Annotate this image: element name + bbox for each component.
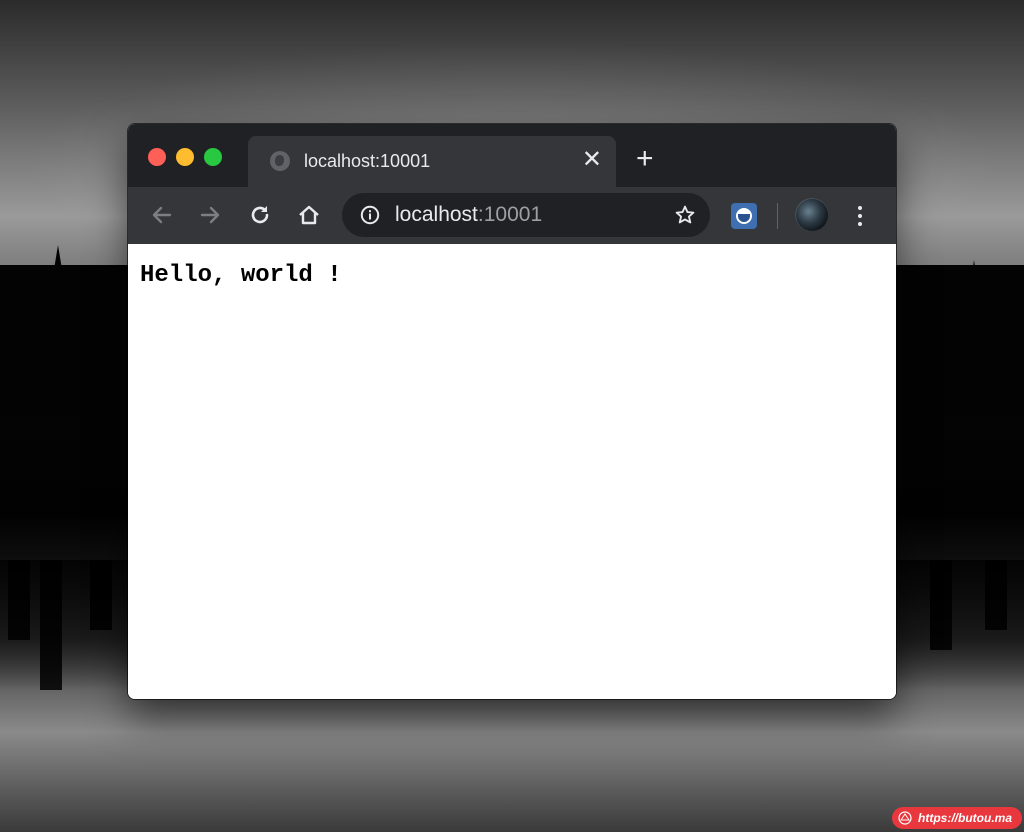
- home-button[interactable]: [295, 201, 323, 229]
- avatar[interactable]: [795, 198, 829, 232]
- arrow-left-icon: [152, 206, 172, 224]
- reload-button[interactable]: [246, 201, 274, 229]
- address-url: localhost:10001: [395, 203, 542, 227]
- home-icon: [299, 205, 319, 225]
- star-icon[interactable]: [674, 204, 696, 226]
- tab-title: localhost:10001: [304, 151, 431, 171]
- globe-icon: [270, 151, 290, 171]
- close-window-button[interactable]: [148, 148, 166, 166]
- address-port: :10001: [477, 203, 543, 226]
- title-bar: localhost:10001 ✕ +: [128, 124, 896, 187]
- back-button[interactable]: [148, 201, 176, 229]
- extension-icon[interactable]: [731, 203, 757, 229]
- watermark-text: https://butou.ma: [918, 811, 1012, 825]
- address-bar[interactable]: localhost:10001: [342, 193, 710, 237]
- page-content: Hello, world !: [128, 244, 896, 699]
- toolbar-divider: [777, 203, 778, 229]
- tab-localhost[interactable]: localhost:10001 ✕: [248, 136, 616, 187]
- maximize-window-button[interactable]: [204, 148, 222, 166]
- hello-world-text: Hello, world !: [140, 262, 342, 289]
- toolbar: localhost:10001: [128, 187, 896, 245]
- more-vert-icon[interactable]: [854, 203, 866, 229]
- arrow-right-icon: [200, 206, 220, 224]
- address-host: localhost: [395, 203, 478, 226]
- new-tab-button[interactable]: +: [636, 144, 654, 174]
- window-controls: [148, 148, 222, 166]
- minimize-window-button[interactable]: [176, 148, 194, 166]
- watermark-logo-icon: [898, 811, 912, 825]
- reload-icon: [251, 206, 269, 224]
- forward-button[interactable]: [196, 201, 224, 229]
- info-icon[interactable]: [360, 205, 380, 225]
- browser-window: localhost:10001 ✕ + localhost:10001 Hell…: [128, 124, 896, 699]
- close-tab-button[interactable]: ✕: [582, 148, 602, 172]
- watermark-badge: https://butou.ma: [892, 807, 1022, 829]
